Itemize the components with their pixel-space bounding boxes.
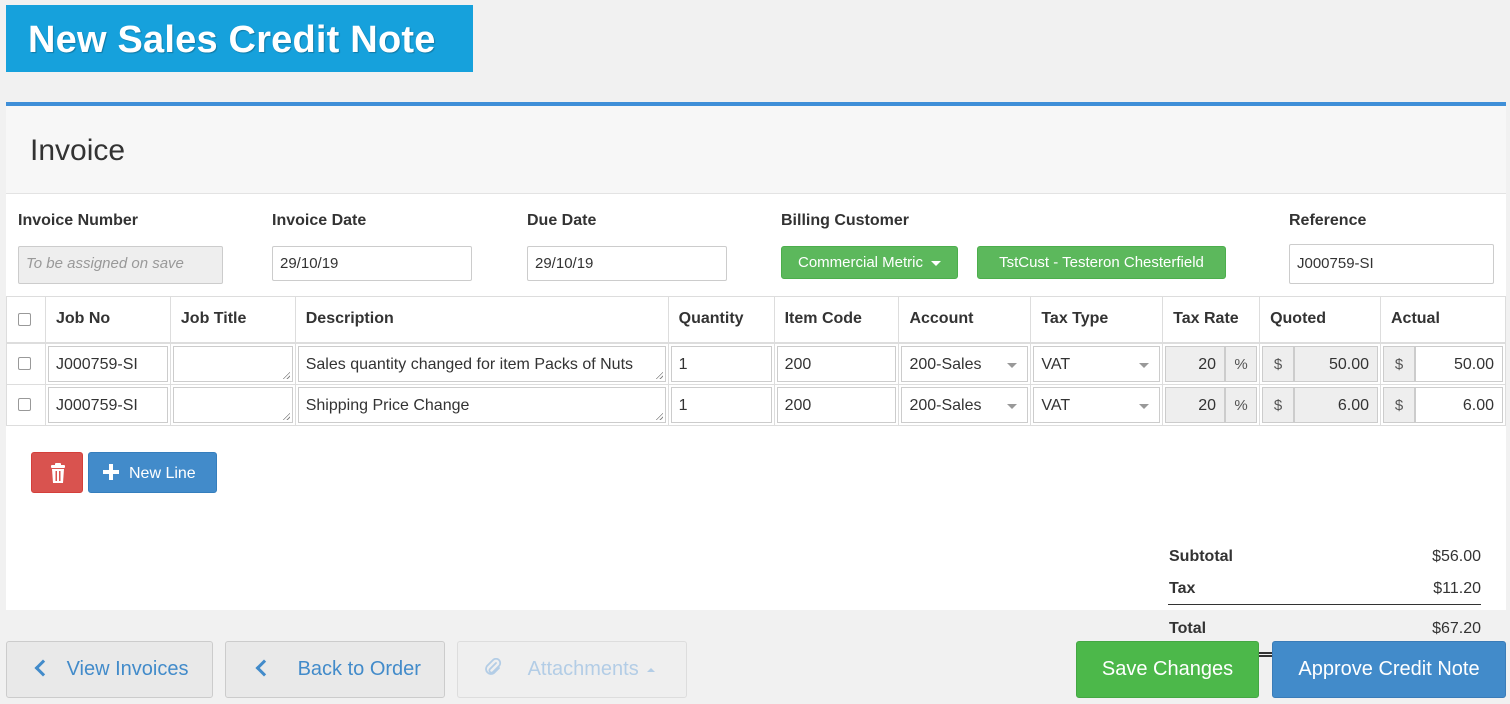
- page-title: New Sales Credit Note: [6, 5, 473, 72]
- chevron-left-icon: [34, 659, 52, 677]
- tax-value: $11.20: [1433, 580, 1481, 597]
- table-header-row: Job No Job Title Description Quantity It…: [6, 296, 1506, 344]
- description-input[interactable]: Sales quantity changed for item Packs of…: [297, 345, 666, 382]
- account-select[interactable]: 200-Sales: [901, 386, 1029, 423]
- paperclip-icon: [485, 657, 502, 675]
- actual-input[interactable]: 6.00: [1415, 386, 1503, 423]
- panel-title: Invoice: [6, 106, 1506, 194]
- tax-label: Tax: [1169, 580, 1196, 597]
- account-select[interactable]: 200-Sales: [901, 345, 1029, 382]
- row-checkbox[interactable]: [18, 357, 31, 370]
- dropdown-arrow-icon: [1139, 403, 1150, 409]
- tax-rate-input[interactable]: 20: [1165, 345, 1226, 382]
- percent-addon: %: [1225, 345, 1258, 382]
- col-account: Account: [898, 296, 1032, 344]
- view-invoices-button[interactable]: View Invoices: [6, 641, 213, 698]
- percent-addon: %: [1225, 386, 1258, 423]
- view-invoices-label: View Invoices: [66, 658, 189, 680]
- caret-down-icon: [931, 260, 941, 266]
- caret-up-icon: [646, 667, 655, 672]
- new-line-button[interactable]: New Line: [88, 452, 217, 493]
- quantity-input[interactable]: 1: [670, 345, 772, 382]
- account-value: 200-Sales: [909, 355, 982, 373]
- plus-icon: [103, 464, 119, 480]
- dropdown-arrow-icon: [1007, 403, 1018, 409]
- currency-addon: $: [1383, 345, 1415, 382]
- select-all-checkbox[interactable]: [18, 312, 31, 326]
- currency-addon: $: [1262, 345, 1295, 382]
- billing-type-label: Commercial Metric: [797, 254, 923, 271]
- invoice-lines-table: Job No Job Title Description Quantity It…: [6, 296, 1506, 426]
- dropdown-arrow-icon: [1007, 362, 1018, 368]
- due-date-label: Due Date: [527, 212, 597, 229]
- col-job-title: Job Title: [169, 296, 296, 344]
- chevron-left-icon: [255, 659, 273, 677]
- job-title-input[interactable]: [172, 345, 293, 382]
- quantity-input[interactable]: 1: [670, 386, 772, 423]
- col-job-no: Job No: [44, 296, 171, 344]
- row-checkbox[interactable]: [18, 398, 31, 411]
- tax-rate-input[interactable]: 20: [1165, 386, 1226, 423]
- job-no-input[interactable]: J000759-SI: [47, 345, 168, 382]
- item-code-input[interactable]: 200: [776, 386, 897, 423]
- total-value: $67.20: [1432, 620, 1481, 637]
- subtotal-row: Subtotal $56.00: [1168, 548, 1481, 570]
- invoice-date-field[interactable]: 29/10/19: [272, 246, 472, 281]
- tax-type-value: VAT: [1041, 396, 1071, 414]
- actual-input[interactable]: 50.00: [1415, 345, 1503, 382]
- reference-label: Reference: [1289, 212, 1367, 229]
- dropdown-arrow-icon: [1139, 362, 1150, 368]
- due-date-field[interactable]: 29/10/19: [527, 246, 727, 281]
- quoted-value: 6.00: [1294, 386, 1378, 423]
- item-code-input[interactable]: 200: [776, 345, 897, 382]
- tax-type-value: VAT: [1041, 355, 1071, 373]
- delete-lines-button[interactable]: [31, 452, 83, 493]
- reference-field[interactable]: J000759-SI: [1289, 244, 1494, 284]
- col-tax-rate: Tax Rate: [1162, 296, 1261, 344]
- subtotal-label: Subtotal: [1169, 548, 1233, 565]
- job-title-input[interactable]: [172, 386, 293, 423]
- col-tax-type: Tax Type: [1030, 296, 1164, 344]
- new-line-label: New Line: [129, 465, 196, 482]
- col-item-code: Item Code: [773, 296, 900, 344]
- description-input[interactable]: Shipping Price Change: [297, 386, 666, 423]
- tax-type-select[interactable]: VAT: [1033, 386, 1161, 423]
- save-changes-button[interactable]: Save Changes: [1076, 641, 1259, 698]
- billing-customer-button[interactable]: TstCust - Testeron Chesterfield: [977, 246, 1226, 279]
- trash-icon: [51, 463, 65, 483]
- billing-type-dropdown[interactable]: Commercial Metric: [781, 246, 958, 279]
- col-quoted: Quoted: [1259, 296, 1381, 344]
- currency-addon: $: [1262, 386, 1295, 423]
- invoice-panel: Invoice Invoice Number Invoice Date Due …: [6, 102, 1506, 657]
- table-row: J000759-SI Shipping Price Change 1 200 2…: [6, 383, 1506, 426]
- back-to-order-button[interactable]: Back to Order: [225, 641, 445, 698]
- invoice-number-field: To be assigned on save: [18, 246, 223, 284]
- quoted-value: 50.00: [1294, 345, 1378, 382]
- invoice-date-label: Invoice Date: [272, 212, 367, 229]
- table-row: J000759-SI Sales quantity changed for it…: [6, 342, 1506, 385]
- job-no-input[interactable]: J000759-SI: [47, 386, 168, 423]
- col-description: Description: [294, 296, 669, 344]
- col-actual: Actual: [1380, 296, 1506, 344]
- attachments-button[interactable]: Attachments: [457, 641, 687, 698]
- invoice-number-label: Invoice Number: [18, 212, 139, 229]
- total-label: Total: [1169, 620, 1207, 637]
- tax-type-select[interactable]: VAT: [1033, 345, 1161, 382]
- subtotal-value: $56.00: [1432, 548, 1481, 565]
- total-row: Total $67.20: [1168, 620, 1481, 642]
- currency-addon: $: [1383, 386, 1415, 423]
- col-quantity: Quantity: [667, 296, 775, 344]
- tax-row: Tax $11.20: [1168, 580, 1481, 602]
- back-to-order-label: Back to Order: [297, 658, 421, 680]
- totals-divider: [1168, 604, 1481, 605]
- account-value: 200-Sales: [909, 396, 982, 414]
- approve-credit-note-button[interactable]: Approve Credit Note: [1272, 641, 1506, 698]
- attachments-label: Attachments: [527, 658, 639, 680]
- billing-customer-label: Billing Customer: [781, 212, 910, 229]
